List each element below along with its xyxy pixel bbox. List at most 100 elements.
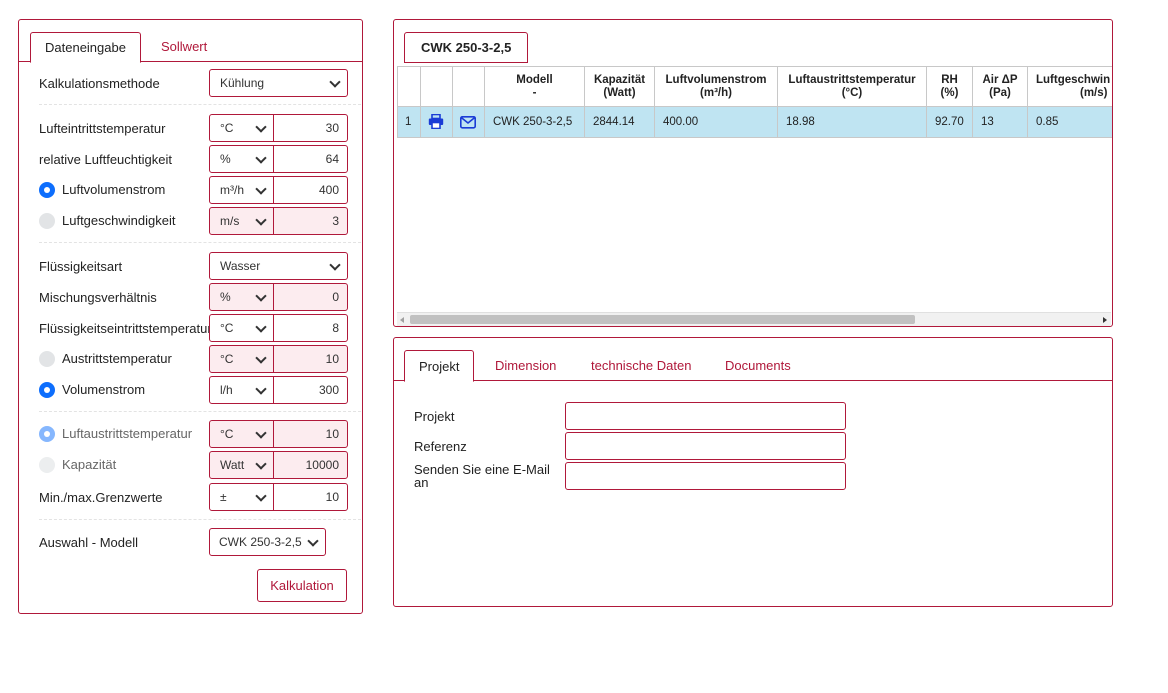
- column-header-print: [421, 66, 453, 107]
- row-luftfeuchtigkeit: relative Luftfeuchtigkeit % 64: [39, 145, 348, 173]
- chevron-down-icon: [255, 152, 267, 164]
- fluessigkeitsart-select[interactable]: Wasser: [209, 252, 348, 280]
- chevron-down-icon: [255, 352, 267, 364]
- lufteintrittstemperatur-unit-select[interactable]: °C: [209, 114, 274, 142]
- column-header-luftvolumenstrom[interactable]: Luftvolumenstrom (m³/h): [655, 66, 778, 107]
- luftaustrittstemperatur-input[interactable]: 10: [273, 420, 348, 448]
- chevron-down-icon: [255, 458, 267, 470]
- kapazitaet-radio[interactable]: [39, 457, 55, 473]
- luftvolumenstrom-input[interactable]: 400: [273, 176, 348, 204]
- row-index: 1: [397, 107, 421, 138]
- kalkulation-button[interactable]: Kalkulation: [257, 569, 347, 602]
- luftvolumenstrom-radio[interactable]: [39, 182, 55, 198]
- divider: [39, 519, 361, 520]
- luftvolumenstrom-label: Luftvolumenstrom: [62, 182, 166, 197]
- volumenstrom-input[interactable]: 300: [273, 376, 348, 404]
- fluessigkeitseintrittstemperatur-unit-select[interactable]: °C: [209, 314, 274, 342]
- referenz-input[interactable]: [565, 432, 846, 460]
- mischungsverhaeltnis-label: Mischungsverhältnis: [39, 290, 157, 305]
- luftgeschwindigkeit-input[interactable]: 3: [273, 207, 348, 235]
- cell-luftgeschwindigkeit: 0.85: [1028, 107, 1112, 138]
- tab-dateneingabe[interactable]: Dateneingabe: [30, 32, 141, 63]
- row-volumenstrom: Volumenstrom l/h 300: [39, 376, 348, 404]
- volumenstrom-unit-select[interactable]: l/h: [209, 376, 274, 404]
- tab-model-result[interactable]: CWK 250-3-2,5: [404, 32, 529, 63]
- luftaustrittstemperatur-label: Luftaustrittstemperatur: [62, 426, 193, 441]
- column-header-modell[interactable]: Modell -: [485, 66, 585, 107]
- tab-sollwert[interactable]: Sollwert: [147, 32, 221, 63]
- chevron-down-icon: [255, 183, 267, 195]
- results-tabbar: CWK 250-3-2,5: [394, 32, 1112, 63]
- chevron-down-icon: [255, 290, 267, 302]
- input-tabbar: Dateneingabe Sollwert: [19, 32, 362, 63]
- luftgeschwindigkeit-unit-select[interactable]: m/s: [209, 207, 274, 235]
- grenzwerte-unit-select[interactable]: ±: [209, 483, 274, 511]
- kapazitaet-label: Kapazität: [62, 457, 117, 472]
- tab-documents[interactable]: Documents: [711, 350, 805, 381]
- grenzwerte-input[interactable]: 10: [273, 483, 348, 511]
- austrittstemperatur-unit-select[interactable]: °C: [209, 345, 274, 373]
- email-field[interactable]: [565, 462, 846, 490]
- results-panel: CWK 250-3-2,5 Modell - Kapazität (Watt) Lu…: [393, 19, 1113, 327]
- row-fluessigkeitseintrittstemperatur: Flüssigkeitseintrittstemperatur °C 8: [39, 314, 348, 342]
- fluessigkeitsart-label: Flüssigkeitsart: [39, 259, 123, 274]
- scrollbar-thumb[interactable]: [410, 315, 915, 324]
- luftvolumenstrom-unit-select[interactable]: m³/h: [209, 176, 274, 204]
- row-kapazitaet: Kapazität Watt 10000: [39, 451, 348, 479]
- luftfeuchtigkeit-input[interactable]: 64: [273, 145, 348, 173]
- lufteintrittstemperatur-input[interactable]: 30: [273, 114, 348, 142]
- column-header-index: [397, 66, 421, 107]
- volumenstrom-radio[interactable]: [39, 382, 55, 398]
- scroll-left-icon[interactable]: [400, 317, 404, 323]
- kapazitaet-input[interactable]: 10000: [273, 451, 348, 479]
- row-kalkulationsmethode: Kalkulationsmethode Kühlung: [39, 69, 348, 97]
- column-header-rh[interactable]: RH (%): [927, 66, 973, 107]
- mischungsverhaeltnis-unit-select[interactable]: %: [209, 283, 274, 311]
- row-fluessigkeitsart: Flüssigkeitsart Wasser: [39, 252, 348, 280]
- tab-dimension[interactable]: Dimension: [481, 350, 570, 381]
- row-grenzwerte: Min./max.Grenzwerte ± 10: [39, 483, 348, 511]
- print-button[interactable]: [421, 107, 453, 138]
- austrittstemperatur-radio[interactable]: [39, 351, 55, 367]
- row-austrittstemperatur: Austrittstemperatur °C 10: [39, 345, 348, 373]
- lufteintrittstemperatur-label: Lufteintrittstemperatur: [39, 121, 166, 136]
- fluessigkeitseintrittstemperatur-input[interactable]: 8: [273, 314, 348, 342]
- tab-technische-daten[interactable]: technische Daten: [577, 350, 705, 381]
- auswahl-modell-label: Auswahl - Modell: [39, 535, 138, 550]
- projekt-input[interactable]: [565, 402, 846, 430]
- kalkulationsmethode-select[interactable]: Kühlung: [209, 69, 348, 97]
- details-tabbar: Projekt Dimension technische Daten Docum…: [394, 350, 1112, 382]
- cell-rh: 92.70: [927, 107, 973, 138]
- divider: [39, 104, 361, 105]
- grenzwerte-label: Min./max.Grenzwerte: [39, 490, 163, 505]
- austrittstemperatur-input[interactable]: 10: [273, 345, 348, 373]
- horizontal-scrollbar[interactable]: [397, 312, 1111, 326]
- column-header-air-dp[interactable]: Air ΔP (Pa): [973, 66, 1028, 107]
- column-header-luftaustrittstemperatur[interactable]: Luftaustrittstemperatur (°C): [778, 66, 927, 107]
- printer-icon: [428, 113, 444, 130]
- kapazitaet-unit-select[interactable]: Watt: [209, 451, 274, 479]
- cell-modell: CWK 250-3-2,5: [485, 107, 585, 138]
- chevron-down-icon: [255, 121, 267, 133]
- luftaustrittstemperatur-unit-select[interactable]: °C: [209, 420, 274, 448]
- chevron-down-icon: [329, 259, 341, 271]
- tab-projekt[interactable]: Projekt: [404, 350, 475, 382]
- auswahl-modell-select[interactable]: CWK 250-3-2,5: [209, 528, 326, 556]
- results-table: Modell - Kapazität (Watt) Luftvolumenstrom…: [397, 66, 1112, 140]
- column-header-mail: [453, 66, 485, 107]
- chevron-down-icon: [255, 214, 267, 226]
- column-header-luftgeschwindigkeit[interactable]: Luftgeschwin (m/s): [1028, 66, 1112, 107]
- mischungsverhaeltnis-input[interactable]: 0: [273, 283, 348, 311]
- kalkulationsmethode-label: Kalkulationsmethode: [39, 76, 160, 91]
- chevron-down-icon: [255, 321, 267, 333]
- scroll-right-icon[interactable]: [1103, 317, 1107, 323]
- chevron-down-icon: [255, 383, 267, 395]
- luftfeuchtigkeit-unit-select[interactable]: %: [209, 145, 274, 173]
- row-luftaustrittstemperatur: Luftaustrittstemperatur °C 10: [39, 420, 348, 448]
- projekt-label: Projekt: [414, 409, 455, 424]
- divider: [39, 411, 361, 412]
- luftaustrittstemperatur-radio[interactable]: [39, 426, 55, 442]
- luftgeschwindigkeit-radio[interactable]: [39, 213, 55, 229]
- column-header-kapazitaet[interactable]: Kapazität (Watt): [585, 66, 655, 107]
- mail-button[interactable]: [453, 107, 485, 138]
